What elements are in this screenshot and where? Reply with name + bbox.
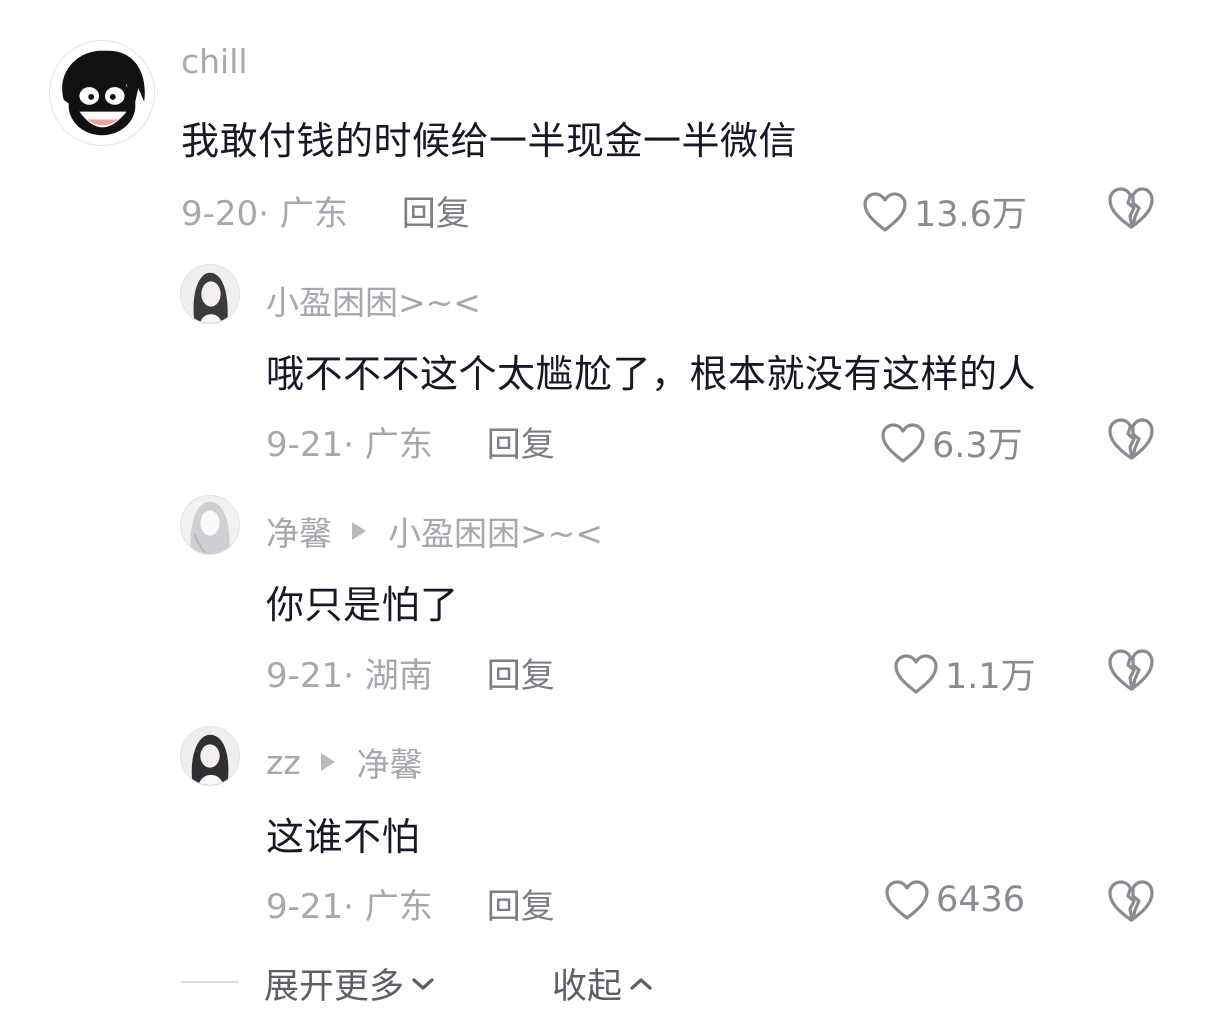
collapse-label: 收起: [552, 967, 623, 1007]
reply-to-username[interactable]: 净馨: [357, 738, 423, 786]
date-location: 9-21· 湖南: [266, 656, 433, 696]
chevron-down-icon: [412, 977, 434, 990]
comment-meta: 9-21· 广东 回复: [266, 879, 555, 928]
reply-button[interactable]: 回复: [487, 648, 555, 697]
reply-to-arrow-icon: [352, 522, 366, 540]
avatar[interactable]: [180, 726, 240, 786]
reply-button[interactable]: 回复: [487, 417, 555, 466]
comment-meta: 9-21· 广东 回复: [266, 417, 555, 466]
comment-text: 我敢付钱的时候给一半现金一半微信: [181, 119, 798, 163]
heart-outline-icon: [863, 191, 907, 232]
bottom-fade-overlay: [860, 960, 1206, 1020]
date-location: 9-20· 广东: [181, 194, 348, 234]
like-button[interactable]: 6436: [884, 879, 1025, 921]
comment-text: 哦不不不这个太尴尬了，根本就没有这样的人: [266, 352, 1037, 396]
dislike-button[interactable]: [1107, 417, 1155, 465]
comment-text: 你只是怕了: [266, 583, 459, 627]
avatar-portrait-icon: [181, 727, 239, 785]
expand-more-button[interactable]: 展开更多: [264, 958, 436, 1009]
like-button[interactable]: 1.1万: [893, 648, 1036, 699]
avatar-portrait-icon: [181, 496, 239, 554]
collapse-button[interactable]: 收起: [552, 958, 654, 1009]
avatar[interactable]: [180, 495, 240, 555]
expand-more-label: 展开更多: [264, 967, 405, 1007]
comment-author[interactable]: chill: [181, 42, 248, 81]
reply-button[interactable]: 回复: [487, 879, 555, 928]
broken-heart-icon: [1108, 649, 1154, 691]
like-count: 1.1万: [945, 657, 1036, 697]
date-location: 9-21· 广东: [266, 887, 433, 927]
reply-to-username[interactable]: 小盈困困>~<: [388, 507, 603, 555]
reply-to-arrow-icon: [320, 753, 335, 771]
comment-author: zz 净馨: [266, 738, 423, 786]
comment-author: 净馨 小盈困困>~<: [266, 507, 603, 555]
avatar[interactable]: [180, 264, 240, 324]
broken-heart-icon: [1108, 418, 1154, 460]
comment-meta: 9-20· 广东 回复: [181, 186, 470, 235]
date-location: 9-21· 广东: [266, 425, 433, 465]
dislike-button[interactable]: [1107, 186, 1155, 234]
avatar-face-icon: [62, 50, 145, 136]
username[interactable]: 小盈困困>~<: [266, 276, 481, 324]
dislike-button[interactable]: [1107, 648, 1155, 696]
comment-author[interactable]: 小盈困困>~<: [266, 276, 481, 324]
dislike-button[interactable]: [1107, 879, 1155, 927]
reply-button[interactable]: 回复: [402, 186, 470, 235]
like-count: 6.3万: [932, 426, 1023, 466]
heart-outline-icon: [894, 653, 938, 694]
chevron-up-icon: [630, 977, 652, 990]
like-count: 13.6万: [914, 195, 1027, 235]
heart-outline-icon: [885, 880, 929, 920]
comment-meta: 9-21· 湖南 回复: [266, 648, 555, 697]
username[interactable]: chill: [181, 42, 248, 81]
avatar-portrait-icon: [181, 265, 239, 323]
broken-heart-icon: [1108, 187, 1154, 229]
username[interactable]: zz: [266, 743, 301, 782]
divider-line: [181, 981, 239, 983]
like-button[interactable]: 13.6万: [862, 186, 1027, 237]
like-count: 6436: [936, 880, 1026, 920]
broken-heart-icon: [1108, 880, 1154, 922]
avatar[interactable]: [49, 40, 155, 146]
like-button[interactable]: 6.3万: [880, 417, 1023, 468]
username[interactable]: 净馨: [266, 507, 332, 555]
heart-outline-icon: [881, 422, 925, 463]
comment-text: 这谁不怕: [266, 815, 421, 859]
